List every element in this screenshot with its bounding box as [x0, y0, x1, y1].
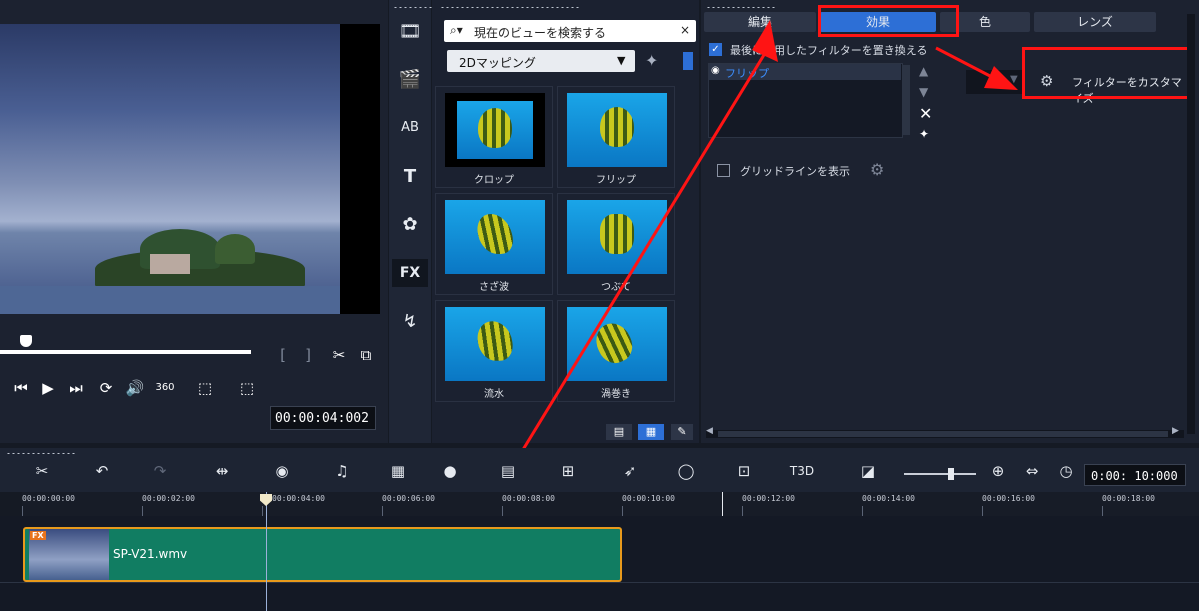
audio-icon[interactable]: ♫ [328, 460, 356, 482]
ruler-tick [382, 506, 383, 516]
timeline-ruler[interactable]: 00:00:00:00 00:00:02:00 00:00:04:00 00:0… [22, 492, 1199, 516]
ruler-tick [502, 506, 503, 516]
ruler-label: 00:00:02:00 [142, 494, 195, 503]
clock-icon[interactable]: ◷ [1052, 460, 1080, 482]
clip-name: SP-V21.wmv [113, 547, 188, 561]
ruler-tick [262, 506, 263, 516]
ruler-label: 00:00:06:00 [382, 494, 435, 503]
fit-icon[interactable]: ⇹ [208, 460, 236, 482]
ruler-label: 00:00:08:00 [502, 494, 555, 503]
stabilize-icon[interactable]: ⊡ [730, 460, 758, 482]
ruler-tick [622, 506, 623, 516]
ruler-label: 00:00:10:00 [622, 494, 675, 503]
ruler-label: 00:00:14:00 [862, 494, 915, 503]
zoom-slider[interactable] [904, 468, 976, 480]
ruler-label: 00:00:12:00 [742, 494, 795, 503]
zoom-slider-handle[interactable] [948, 468, 954, 480]
ruler-tick [982, 506, 983, 516]
undo-icon[interactable]: ↶ [88, 460, 116, 482]
ruler-label: 00:00:18:00 [1102, 494, 1155, 503]
zoom-in-icon[interactable]: ⊕ [984, 460, 1012, 482]
project-end-marker [722, 492, 723, 516]
multicam-icon[interactable]: ⊞ [554, 460, 582, 482]
fit-project-icon[interactable]: ⇔ [1018, 460, 1046, 482]
playhead[interactable] [266, 492, 267, 611]
ruler-label: 00:00:00:00 [22, 494, 75, 503]
ruler-label: 00:00:04:00 [272, 494, 325, 503]
video-clip[interactable]: FX SP-V21.wmv [23, 527, 622, 582]
motion-icon[interactable]: ➶ [616, 460, 644, 482]
redo-icon[interactable]: ↷ [146, 460, 174, 482]
split-screen-icon[interactable]: ◪ [854, 460, 882, 482]
tools-icon[interactable]: ✂ [28, 460, 56, 482]
ruler-tick [742, 506, 743, 516]
drag-handle-timeline[interactable] [6, 452, 76, 455]
ruler-tick [142, 506, 143, 516]
subtitle-icon[interactable]: ▤ [494, 460, 522, 482]
ruler-label: 00:00:16:00 [982, 494, 1035, 503]
fx-badge: FX [30, 531, 46, 540]
project-duration[interactable]: 0:00: 10:000 [1084, 464, 1186, 486]
3d-title-icon[interactable]: T3D [788, 460, 816, 482]
tracking-icon[interactable]: ◯ [672, 460, 700, 482]
ruler-tick [862, 506, 863, 516]
ruler-tick [22, 506, 23, 516]
mask-icon[interactable]: ● [436, 460, 464, 482]
record-icon[interactable]: ◉ [268, 460, 296, 482]
ruler-tick [1102, 506, 1103, 516]
track-divider [0, 582, 1199, 583]
storyboard-icon[interactable]: ▦ [384, 460, 412, 482]
